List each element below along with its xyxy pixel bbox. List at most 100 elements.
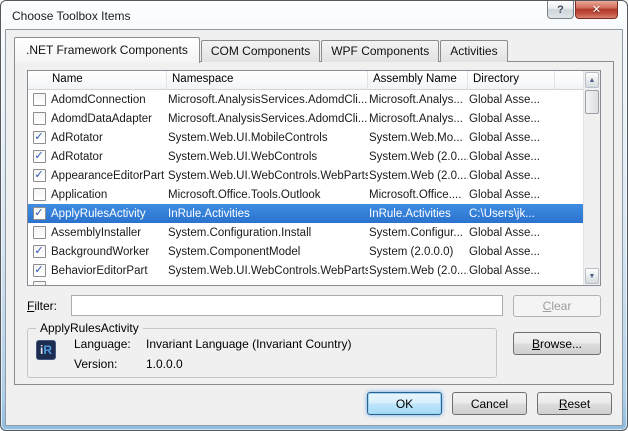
row-checkbox[interactable]: ✓ <box>33 264 46 277</box>
row-checkbox[interactable]: ✓ <box>33 245 46 258</box>
details-title: ApplyRulesActivity <box>36 321 143 335</box>
cell-directory: Global Asse... <box>468 265 555 277</box>
row-checkbox[interactable]: ✓ <box>33 150 46 163</box>
cell-directory: Global Asse... <box>468 151 555 163</box>
filter-input[interactable] <box>71 295 503 316</box>
cell-assembly: Microsoft.Office.... <box>368 189 468 201</box>
table-row[interactable]: ✓ BehaviorEditorPart System.Web.UI.WebCo… <box>28 261 583 278</box>
column-header-assembly-name[interactable]: Assembly Name <box>368 71 468 89</box>
column-header-directory[interactable]: Directory <box>468 71 555 89</box>
row-checkbox[interactable]: ✓ <box>33 207 46 220</box>
table-row[interactable]: Application Microsoft.Office.Tools.Outlo… <box>28 185 583 204</box>
version-label: Version: <box>74 357 146 371</box>
cell-name: Application <box>50 189 167 201</box>
clear-button[interactable]: Clear <box>513 295 601 317</box>
ok-button[interactable]: OK <box>367 392 442 415</box>
table-row[interactable]: AdomdDataAdapter Microsoft.AnalysisServi… <box>28 109 583 128</box>
cell-assembly: InRule.Activities <box>368 208 468 220</box>
scrollbar-track[interactable] <box>584 89 600 267</box>
cell-name: ApplyRulesActivity <box>50 208 167 220</box>
table-row[interactable]: ✓ BackgroundWorker System.ComponentModel… <box>28 242 583 261</box>
column-header-filler <box>555 71 583 89</box>
cell-namespace: Microsoft.AnalysisServices.AdomdCli... <box>167 113 368 125</box>
scroll-down-button[interactable]: ▼ <box>585 268 599 284</box>
reset-button[interactable]: Reset <box>537 392 612 415</box>
filter-label: Filter: <box>27 299 71 313</box>
list-header: Name Namespace Assembly Name Directory <box>28 71 583 90</box>
scroll-up-icon: ▲ <box>589 77 596 84</box>
table-row[interactable]: ✓ ApplyRulesActivity InRule.Activities I… <box>28 204 583 223</box>
cell-directory: C:\Users\jk... <box>468 208 555 220</box>
cell-assembly: Microsoft.Analys... <box>368 113 468 125</box>
cell-name: BehaviorEditorPart <box>50 265 167 277</box>
cell-assembly: System.Web (2.0.... <box>368 265 468 277</box>
scroll-up-button[interactable]: ▲ <box>585 72 599 88</box>
row-checkbox[interactable]: ✓ <box>33 169 46 182</box>
help-button[interactable]: ? <box>547 1 574 19</box>
help-icon: ? <box>557 4 564 16</box>
tab-com-components[interactable]: COM Components <box>201 40 320 62</box>
component-list[interactable]: Name Namespace Assembly Name Directory A… <box>27 70 601 286</box>
tab-strip: .NET Framework Components COM Components… <box>14 36 509 62</box>
cell-name: AdRotator <box>50 151 167 163</box>
table-row[interactable]: AssemblyInstaller System.Configuration.I… <box>28 223 583 242</box>
cell-assembly: System.Web.Mo... <box>368 132 468 144</box>
row-checkbox[interactable] <box>33 93 46 106</box>
component-list-body: AdomdConnection Microsoft.AnalysisServic… <box>28 90 583 278</box>
dialog-title: Choose Toolbox Items <box>1 7 131 23</box>
close-icon: ✕ <box>592 3 601 16</box>
cell-directory: Global Asse... <box>468 246 555 258</box>
table-row[interactable]: ✓ AdRotator System.Web.UI.WebControls Sy… <box>28 147 583 166</box>
cell-namespace: System.Web.UI.MobileControls <box>167 132 368 144</box>
cell-name: AdRotator <box>50 132 167 144</box>
cell-name: AdomdDataAdapter <box>50 113 167 125</box>
tab-wpf-components[interactable]: WPF Components <box>321 40 439 62</box>
row-checkbox[interactable]: ✓ <box>33 131 46 144</box>
cell-namespace: System.Configuration.Install <box>167 227 368 239</box>
tab-activities[interactable]: Activities <box>440 40 507 62</box>
cell-namespace: System.Web.UI.WebControls.WebParts <box>167 265 368 277</box>
row-checkbox[interactable] <box>33 112 46 125</box>
cell-assembly: Microsoft.Analys... <box>368 94 468 106</box>
cell-name: AssemblyInstaller <box>50 227 167 239</box>
titlebar[interactable]: Choose Toolbox Items <box>1 1 627 29</box>
table-row[interactable]: ✓ AppearanceEditorPart System.Web.UI.Web… <box>28 166 583 185</box>
scrollbar-thumb[interactable] <box>585 90 599 114</box>
cell-namespace: System.ComponentModel <box>167 246 368 258</box>
row-checkbox[interactable] <box>33 226 46 239</box>
cell-namespace: System.Web.UI.WebControls <box>167 151 368 163</box>
column-header-namespace[interactable]: Namespace <box>167 71 368 89</box>
cell-name: AppearanceEditorPart <box>50 170 167 182</box>
scroll-down-icon: ▼ <box>589 273 596 280</box>
caption-buttons: ? ✕ <box>547 1 618 19</box>
cell-directory: Global Asse... <box>468 189 555 201</box>
cell-name: BackgroundWorker <box>50 246 167 258</box>
dialog-client-area: .NET Framework Components COM Components… <box>5 29 623 426</box>
partial-row <box>28 278 583 285</box>
cell-directory: Global Asse... <box>468 94 555 106</box>
vertical-scrollbar[interactable]: ▲ ▼ <box>583 71 600 285</box>
table-row[interactable]: ✓ AdRotator System.Web.UI.MobileControls… <box>28 128 583 147</box>
close-button[interactable]: ✕ <box>575 1 618 19</box>
cell-namespace: Microsoft.AnalysisServices.AdomdCli... <box>167 94 368 106</box>
row-checkbox[interactable] <box>33 281 46 285</box>
browse-button[interactable]: Browse... <box>513 332 601 355</box>
column-header-name[interactable]: Name <box>28 71 167 89</box>
cell-assembly: System.Web (2.0.... <box>368 151 468 163</box>
tab-net-framework-components[interactable]: .NET Framework Components <box>14 37 200 63</box>
cell-directory: Global Asse... <box>468 170 555 182</box>
tab-page-net-framework: Name Namespace Assembly Name Directory A… <box>14 61 614 385</box>
row-checkbox[interactable] <box>33 188 46 201</box>
version-value: 1.0.0.0 <box>146 357 183 371</box>
cell-namespace: InRule.Activities <box>167 208 368 220</box>
language-value: Invariant Language (Invariant Country) <box>146 337 351 351</box>
footer-buttons: OK Cancel Reset <box>367 392 612 415</box>
cell-directory: Global Asse... <box>468 113 555 125</box>
cell-assembly: System.Web (2.0.... <box>368 170 468 182</box>
choose-toolbox-items-dialog: Choose Toolbox Items ? ✕ .NET Framework … <box>0 0 628 431</box>
cell-directory: Global Asse... <box>468 132 555 144</box>
cell-directory: Global Asse... <box>468 227 555 239</box>
cancel-button[interactable]: Cancel <box>452 392 527 415</box>
table-row[interactable]: AdomdConnection Microsoft.AnalysisServic… <box>28 90 583 109</box>
filter-row: Filter: Clear <box>27 294 601 317</box>
